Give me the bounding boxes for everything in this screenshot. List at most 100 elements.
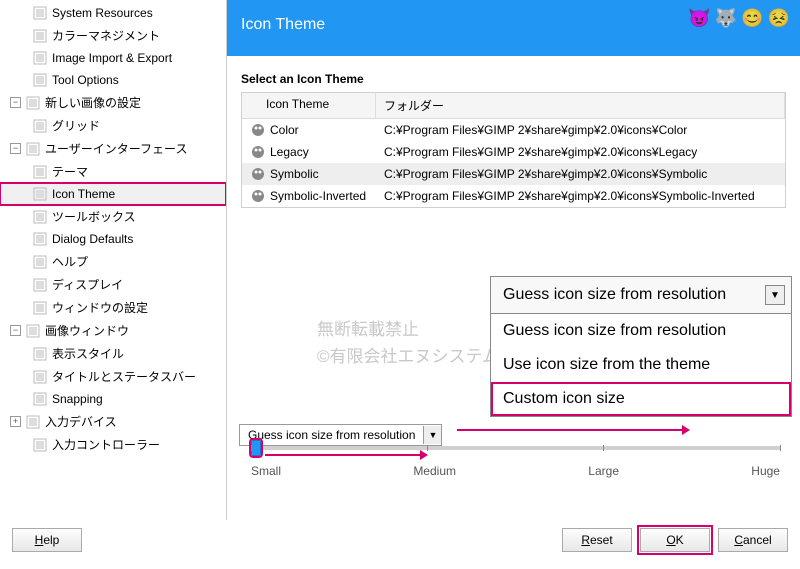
section-label: Select an Icon Theme bbox=[241, 72, 786, 86]
sidebar-item[interactable]: 表示スタイル bbox=[0, 342, 226, 365]
tree-item-icon bbox=[32, 164, 48, 180]
icon-size-combo[interactable]: Guess icon size from resolution ▼ bbox=[239, 424, 442, 446]
tree-item-icon bbox=[32, 5, 48, 21]
expander-icon[interactable]: + bbox=[10, 416, 21, 427]
sidebar-item[interactable]: タイトルとステータスバー bbox=[0, 365, 226, 388]
slider-label: Small bbox=[251, 464, 281, 478]
sidebar-item[interactable]: Tool Options bbox=[0, 69, 226, 91]
sidebar-item[interactable]: + 入力デバイス bbox=[0, 410, 226, 433]
sidebar-item-label: Icon Theme bbox=[52, 187, 115, 201]
theme-icon bbox=[250, 122, 266, 138]
sidebar-item-label: 入力コントローラー bbox=[52, 436, 160, 453]
expander-icon[interactable]: − bbox=[10, 143, 21, 154]
table-row[interactable]: SymbolicC:¥Program Files¥GIMP 2¥share¥gi… bbox=[242, 163, 785, 185]
page-title: Icon Theme bbox=[241, 16, 325, 33]
slider-label: Large bbox=[588, 464, 619, 478]
mascot-icon: 😣 bbox=[768, 8, 790, 29]
sidebar-item[interactable]: テーマ bbox=[0, 160, 226, 183]
sidebar-item[interactable]: − 新しい画像の設定 bbox=[0, 91, 226, 114]
chevron-down-icon[interactable]: ▼ bbox=[765, 285, 785, 305]
slider-label: Medium bbox=[413, 464, 456, 478]
tree-item-icon bbox=[32, 50, 48, 66]
column-header-folder[interactable]: フォルダー bbox=[376, 93, 785, 118]
sidebar-item[interactable]: ツールボックス bbox=[0, 205, 226, 228]
expander-icon[interactable]: − bbox=[10, 97, 21, 108]
sidebar-item-label: 新しい画像の設定 bbox=[45, 94, 141, 111]
table-row[interactable]: ColorC:¥Program Files¥GIMP 2¥share¥gimp¥… bbox=[242, 119, 785, 141]
chevron-down-icon[interactable]: ▼ bbox=[423, 426, 441, 444]
sidebar-item[interactable]: グリッド bbox=[0, 114, 226, 137]
dropdown-option[interactable]: Guess icon size from resolution bbox=[491, 314, 791, 348]
theme-icon bbox=[250, 144, 266, 160]
icon-size-dropdown-expanded[interactable]: Guess icon size from resolution ▼ Guess … bbox=[490, 276, 792, 417]
sidebar-item-label: 画像ウィンドウ bbox=[45, 322, 129, 339]
slider-thumb[interactable] bbox=[251, 440, 261, 456]
sidebar-item-label: Tool Options bbox=[52, 73, 119, 87]
tree-item-icon bbox=[32, 186, 48, 202]
help-button[interactable]: Help bbox=[12, 528, 82, 552]
sidebar-item[interactable]: ヘルプ bbox=[0, 250, 226, 273]
column-header-theme[interactable]: Icon Theme bbox=[242, 93, 376, 118]
sidebar-item[interactable]: − ユーザーインターフェース bbox=[0, 137, 226, 160]
table-row[interactable]: LegacyC:¥Program Files¥GIMP 2¥share¥gimp… bbox=[242, 141, 785, 163]
sidebar-item[interactable]: ウィンドウの設定 bbox=[0, 296, 226, 319]
dropdown-selected: Guess icon size from resolution bbox=[503, 286, 726, 304]
tree-item-icon bbox=[32, 437, 48, 453]
sidebar-item[interactable]: Icon Theme bbox=[0, 183, 226, 205]
sidebar-item-label: テーマ bbox=[52, 163, 88, 180]
tree-item-icon bbox=[32, 369, 48, 385]
tree-item-icon bbox=[32, 118, 48, 134]
slider-label: Huge bbox=[751, 464, 780, 478]
sidebar-item[interactable]: Image Import & Export bbox=[0, 47, 226, 69]
tree-item-icon bbox=[32, 391, 48, 407]
sidebar-item-label: ユーザーインターフェース bbox=[45, 140, 187, 157]
icon-size-slider[interactable] bbox=[251, 446, 780, 450]
sidebar-item[interactable]: − 画像ウィンドウ bbox=[0, 319, 226, 342]
dropdown-option-custom[interactable]: Custom icon size bbox=[491, 382, 791, 416]
theme-icon bbox=[250, 166, 266, 182]
mascot-icon: 🐺 bbox=[715, 8, 737, 29]
tree-item-icon bbox=[25, 141, 41, 157]
tree-item-icon bbox=[32, 231, 48, 247]
sidebar-item-label: ヘルプ bbox=[52, 253, 88, 270]
table-row[interactable]: Symbolic-InvertedC:¥Program Files¥GIMP 2… bbox=[242, 185, 785, 207]
sidebar-item[interactable]: Snapping bbox=[0, 388, 226, 410]
sidebar-item-label: ディスプレイ bbox=[52, 276, 123, 293]
sidebar-item-label: 入力デバイス bbox=[45, 413, 117, 430]
sidebar-item-label: Image Import & Export bbox=[52, 51, 172, 65]
sidebar: System Resources カラーマネジメント Image Import & … bbox=[0, 0, 227, 520]
tree-item-icon bbox=[32, 28, 48, 44]
tree-item-icon bbox=[32, 254, 48, 270]
sidebar-item-label: Dialog Defaults bbox=[52, 232, 133, 246]
reset-button[interactable]: Reset bbox=[562, 528, 632, 552]
sidebar-item[interactable]: System Resources bbox=[0, 2, 226, 24]
tree-item-icon bbox=[32, 300, 48, 316]
mascot-icon: 😊 bbox=[741, 8, 763, 29]
sidebar-item-label: グリッド bbox=[52, 117, 100, 134]
sidebar-item-label: 表示スタイル bbox=[52, 345, 124, 362]
sidebar-item-label: カラーマネジメント bbox=[52, 27, 160, 44]
expander-icon[interactable]: − bbox=[10, 325, 21, 336]
dropdown-option[interactable]: Use icon size from the theme bbox=[491, 348, 791, 382]
icon-theme-table: Icon Theme フォルダー ColorC:¥Program Files¥G… bbox=[241, 92, 786, 208]
mascot-icon: 😈 bbox=[688, 8, 710, 29]
sidebar-item[interactable]: ディスプレイ bbox=[0, 273, 226, 296]
sidebar-item[interactable]: Dialog Defaults bbox=[0, 228, 226, 250]
tree-item-icon bbox=[25, 95, 41, 111]
ok-button[interactable]: OK bbox=[640, 528, 710, 552]
tree-item-icon bbox=[32, 277, 48, 293]
theme-icon bbox=[250, 188, 266, 204]
sidebar-item-label: Snapping bbox=[52, 392, 103, 406]
header: Icon Theme 😈 🐺 😊 😣 bbox=[227, 0, 800, 56]
annotation-arrow bbox=[457, 429, 687, 431]
cancel-button[interactable]: Cancel bbox=[718, 528, 788, 552]
tree-item-icon bbox=[32, 72, 48, 88]
sidebar-item[interactable]: カラーマネジメント bbox=[0, 24, 226, 47]
sidebar-item-label: System Resources bbox=[52, 6, 153, 20]
sidebar-item[interactable]: 入力コントローラー bbox=[0, 433, 226, 456]
tree-item-icon bbox=[25, 414, 41, 430]
sidebar-item-label: ツールボックス bbox=[52, 208, 136, 225]
tree-item-icon bbox=[32, 346, 48, 362]
sidebar-item-label: ウィンドウの設定 bbox=[52, 299, 148, 316]
sidebar-item-label: タイトルとステータスバー bbox=[52, 368, 196, 385]
